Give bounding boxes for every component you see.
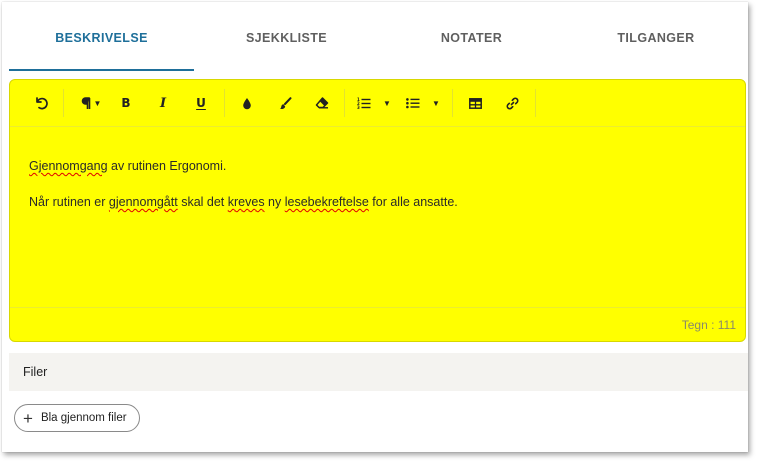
chevron-down-icon: ▼	[383, 98, 391, 108]
tab-beskrivelse[interactable]: BESKRIVELSE	[9, 2, 194, 74]
task-panel: BESKRIVELSE SJEKKLISTE NOTATER TILGANGER…	[2, 2, 748, 452]
browse-files-label: Bla gjennom filer	[40, 412, 127, 424]
editor-toolbar: ▼ B I U 1 2 3 ▼ ▼	[10, 80, 745, 127]
undo-icon	[36, 97, 48, 110]
underline-icon: U	[196, 96, 206, 110]
paragraph-style-button[interactable]: ▼	[74, 91, 108, 115]
text-run: ny	[264, 195, 285, 209]
misspelled-word: lesebekreftelse	[284, 195, 369, 209]
tab-sjekkliste[interactable]: SJEKKLISTE	[194, 2, 379, 74]
italic-button[interactable]: I	[150, 91, 176, 115]
svg-text:3: 3	[357, 105, 360, 109]
status-divider	[10, 307, 745, 308]
browse-files-button[interactable]: + Bla gjennom filer	[14, 404, 140, 432]
rich-text-editor[interactable]: ▼ B I U 1 2 3 ▼ ▼ Gjennomgang av rutinen…	[9, 79, 746, 342]
misspelled-word: Gjennomgang	[29, 159, 108, 173]
text-run: Når rutinen er	[29, 195, 109, 209]
link-icon	[506, 97, 518, 109]
link-button[interactable]	[499, 91, 525, 115]
pilcrow-icon	[81, 96, 90, 109]
tab-tilganger[interactable]: TILGANGER	[564, 2, 748, 74]
brush-icon	[279, 96, 291, 109]
toolbar-separator	[224, 89, 225, 117]
ordered-list-button[interactable]: 1 2 3 ▼	[353, 91, 395, 115]
toolbar-separator	[535, 89, 536, 117]
chevron-down-icon: ▼	[432, 98, 440, 108]
text-run: for alle ansatte.	[368, 195, 458, 209]
misspelled-word: kreves	[227, 195, 265, 209]
active-tab-indicator	[9, 69, 194, 71]
chevron-down-icon: ▼	[93, 98, 102, 108]
tab-bar: BESKRIVELSE SJEKKLISTE NOTATER TILGANGER	[2, 2, 748, 74]
droplet-icon	[243, 97, 251, 109]
italic-icon: I	[159, 95, 167, 111]
table-icon	[468, 97, 482, 109]
toolbar-separator	[344, 89, 345, 117]
toolbar-separator	[452, 89, 453, 117]
unordered-list-button[interactable]: ▼	[402, 91, 444, 115]
paragraph: Gjennomgang av rutinen Ergonomi.	[29, 158, 725, 174]
undo-button[interactable]	[28, 91, 54, 115]
unordered-list-icon	[406, 98, 420, 109]
bold-button[interactable]: B	[113, 91, 139, 115]
underline-button[interactable]: U	[188, 91, 214, 115]
toolbar-separator	[63, 89, 64, 117]
text-run: skal det	[177, 195, 228, 209]
files-title: Filer	[23, 365, 48, 379]
plus-icon: +	[23, 408, 33, 428]
misspelled-word: gjennomgått	[108, 195, 178, 209]
clear-format-button[interactable]	[309, 91, 335, 115]
ordered-list-icon: 1 2 3	[357, 97, 371, 109]
text-run: av rutinen Ergonomi.	[107, 159, 227, 173]
paragraph: Når rutinen er gjennomgått skal det krev…	[29, 194, 725, 210]
bold-icon: B	[121, 96, 131, 110]
eraser-icon	[315, 97, 329, 109]
text-color-button[interactable]	[234, 91, 260, 115]
files-section-header: Filer	[9, 353, 748, 391]
char-count: Tegn : 111	[681, 318, 736, 332]
editor-content[interactable]: Gjennomgang av rutinen Ergonomi. Når rut…	[29, 158, 725, 230]
table-button[interactable]	[462, 91, 488, 115]
brush-button[interactable]	[272, 91, 298, 115]
tab-notater[interactable]: NOTATER	[379, 2, 564, 74]
